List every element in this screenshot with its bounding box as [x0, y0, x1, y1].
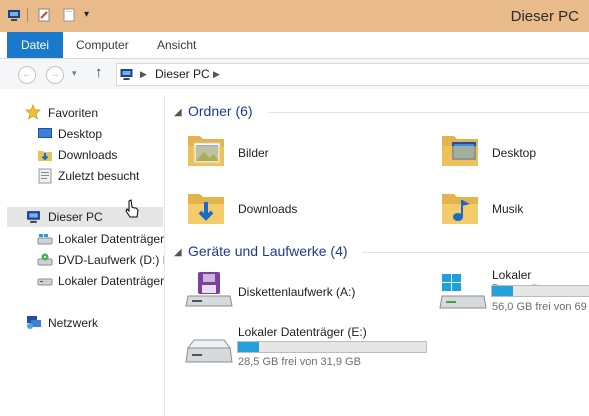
address-segment[interactable]: Dieser PC: [155, 67, 210, 81]
drive-icon: [37, 278, 53, 286]
new-folder-icon[interactable]: [62, 8, 76, 22]
drive-e-usage-fill: [238, 342, 259, 352]
nav-item-desktop[interactable]: Desktop: [58, 125, 102, 143]
drive-e-free-space: 28,5 GB frei von 31,9 GB: [238, 356, 361, 368]
chevron-right-icon[interactable]: ▶: [140, 69, 147, 80]
quick-access-dropdown-icon[interactable]: ▾: [84, 9, 89, 20]
drive-c-free-space: 56,0 GB frei von 69: [492, 301, 587, 313]
drive-e-usage-bar: [237, 341, 427, 353]
back-button[interactable]: ←: [18, 66, 36, 84]
recent-places-icon: [38, 168, 52, 184]
nav-drive-e[interactable]: Lokaler Datenträger: [58, 272, 164, 290]
folder-downloads-label[interactable]: Downloads: [238, 202, 297, 216]
window-title: Dieser PC: [510, 8, 579, 25]
downloads-folder-icon: [188, 194, 224, 224]
nav-drive-c[interactable]: Lokaler Datenträger: [58, 230, 164, 248]
collapse-group-icon[interactable]: ◢: [174, 107, 182, 118]
recent-locations-icon[interactable]: ▾: [72, 68, 77, 79]
computer-icon[interactable]: [7, 8, 21, 22]
tab-computer[interactable]: Computer: [76, 32, 129, 58]
music-folder-icon: [442, 194, 478, 224]
downloads-icon: [38, 151, 52, 161]
folders-group-header[interactable]: Ordner (6): [188, 103, 253, 119]
desktop-folder-icon: [442, 136, 478, 166]
collapse-group-icon[interactable]: ◢: [174, 247, 182, 258]
dvd-drive-icon: [37, 253, 53, 266]
system-drive-icon: [439, 274, 487, 309]
group-divider: [268, 112, 589, 113]
up-button[interactable]: ↑: [95, 64, 103, 81]
chevron-right-icon[interactable]: ▶: [213, 69, 220, 80]
network-icon: [27, 316, 41, 329]
nav-item-downloads[interactable]: Downloads: [58, 146, 117, 164]
nav-network[interactable]: Netzwerk: [48, 314, 98, 332]
separator: [27, 8, 28, 22]
folder-pictures-label[interactable]: Bilder: [238, 146, 269, 160]
tab-file[interactable]: Datei: [7, 32, 63, 58]
properties-icon[interactable]: [37, 8, 51, 22]
drive-c-usage-fill: [492, 286, 513, 296]
group-divider: [362, 252, 589, 253]
desktop-icon: [38, 128, 52, 138]
nav-dvd-drive[interactable]: DVD-Laufwerk (D:) II: [58, 251, 164, 269]
star-icon: [25, 104, 41, 120]
floppy-drive-icon: [185, 272, 233, 307]
folder-desktop-label[interactable]: Desktop: [492, 146, 536, 160]
nav-item-recent[interactable]: Zuletzt besucht: [58, 167, 139, 185]
this-pc-icon: [27, 211, 40, 223]
nav-this-pc[interactable]: Dieser PC: [48, 208, 103, 226]
tab-view[interactable]: Ansicht: [157, 32, 196, 58]
folder-music-label[interactable]: Musik: [492, 202, 523, 216]
forward-button[interactable]: →: [46, 66, 64, 84]
drive-icon: [37, 234, 53, 245]
pictures-folder-icon: [188, 136, 224, 166]
nav-favorites[interactable]: Favoriten: [48, 104, 98, 122]
devices-group-header[interactable]: Geräte und Laufwerke (4): [188, 243, 348, 259]
drive-icon: [185, 339, 233, 363]
floppy-drive-label[interactable]: Diskettenlaufwerk (A:): [238, 285, 355, 299]
drive-e-label[interactable]: Lokaler Datenträger (E:): [238, 325, 367, 339]
this-pc-icon: [120, 69, 133, 80]
drive-c-usage-bar: [491, 285, 589, 297]
hand-cursor-icon: [125, 199, 139, 218]
